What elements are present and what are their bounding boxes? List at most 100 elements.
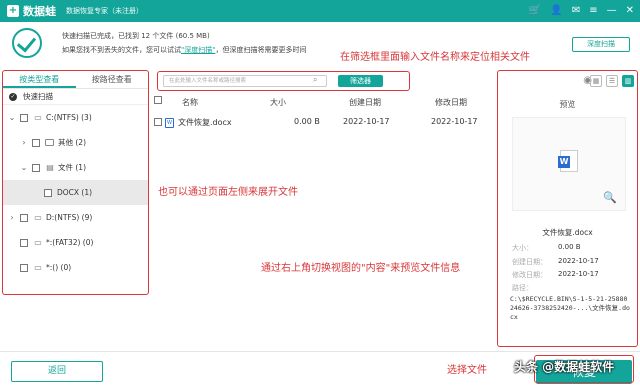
list-view-icon[interactable]: ☰	[606, 75, 618, 87]
tree-checkbox[interactable]	[32, 163, 40, 172]
tree-checkbox[interactable]	[32, 138, 40, 147]
email-icon[interactable]: ✉	[572, 4, 580, 18]
menu-icon[interactable]: ≡	[589, 4, 597, 18]
tree-item[interactable]: › 其他 (2)	[3, 130, 148, 155]
header-created[interactable]: 创建日期	[349, 97, 381, 108]
tree-item-label: *:() (0)	[46, 263, 72, 272]
content-view-icon[interactable]: ▥	[622, 75, 634, 87]
preview-modified-value: 2022-10-17	[558, 270, 599, 278]
grid-view-icon[interactable]: ▦	[590, 75, 602, 87]
tree-item[interactable]: ⌄ ▭ C:(NTFS) (3)	[3, 105, 148, 130]
file-icon: ▤	[46, 163, 54, 172]
tree-checkbox[interactable]	[20, 263, 28, 272]
annotation-preview: 通过右上角切换视图的"内容"来预览文件信息	[261, 263, 461, 274]
quick-scan-label: 快速扫描	[23, 92, 53, 101]
preview-size-row: 大小： 0.00 B	[506, 243, 631, 253]
search-input[interactable]: 在此处输入文件名称或路径搜索	[163, 75, 327, 87]
minimize-icon[interactable]: —	[607, 4, 617, 18]
check-icon: ✓	[9, 92, 17, 101]
preview-size-value: 0.00 B	[558, 243, 581, 251]
row-file-name: 文件恢复.docx	[178, 118, 232, 127]
quick-scan-header[interactable]: ✓ 快速扫描	[3, 89, 148, 105]
deep-scan-hint: 如果您找不到丢失的文件，您可以试试"深度扫描"，但深度扫描将需要更多时间	[62, 45, 306, 55]
tree-item[interactable]: DOCX (1)	[3, 180, 148, 205]
cart-icon[interactable]: 🛒	[529, 4, 541, 18]
tree-item[interactable]: ▭ *:() (0)	[3, 255, 148, 280]
preview-path-label: 路径：	[512, 284, 533, 292]
search-bar: 在此处输入文件名称或路径搜索 ⌕ 筛选器	[157, 71, 410, 91]
row-created-date: 2022-10-17	[343, 117, 390, 126]
preview-file-name: 文件恢复.docx	[542, 228, 593, 237]
chevron-right-icon[interactable]: ›	[19, 138, 29, 147]
tree-item[interactable]: › ▭ D:(NTFS) (9)	[3, 205, 148, 230]
tree-item-label: 文件 (1)	[58, 163, 87, 172]
search-icon[interactable]: ⌕	[313, 75, 317, 85]
preview-path-value: C:\$RECYCLE.BIN\S-1-5-21-2588024626-3738…	[510, 295, 630, 321]
tree-item-label: C:(NTFS) (3)	[46, 113, 92, 122]
scan-result-text: 快速扫描已完成，已找到 12 个文件 (60.5 MB)	[62, 32, 210, 40]
zoom-icon[interactable]: 🔍	[603, 191, 617, 204]
preview-modified-label: 修改日期：	[512, 271, 547, 279]
tree-checkbox[interactable]	[20, 213, 28, 222]
preview-panel: ◉ ▦ ☰ ▥ 预览 🔍 文件恢复.docx 大小： 0.00 B 创建日期： …	[497, 70, 638, 347]
scan-status-area: 快速扫描已完成，已找到 12 个文件 (60.5 MB) 如果您找不到丢失的文件…	[0, 22, 640, 66]
preview-modified-row: 修改日期： 2022-10-17	[506, 270, 631, 280]
preview-created-row: 创建日期： 2022-10-17	[506, 257, 631, 267]
tab-by-type[interactable]: 按类型查看	[3, 71, 76, 88]
tree-item-label: DOCX (1)	[57, 188, 93, 197]
table-row[interactable]: W 文件恢复.docx 0.00 B 2022-10-17 2022-10-17	[151, 117, 495, 131]
tab-by-path[interactable]: 按路径查看	[76, 71, 149, 88]
header-size[interactable]: 大小	[270, 97, 286, 108]
row-modified-date: 2022-10-17	[431, 117, 478, 126]
tree-checkbox[interactable]	[20, 113, 28, 122]
tree-item-label: D:(NTFS) (9)	[46, 213, 93, 222]
app-subtitle: 数据恢复专家（未注册）	[66, 7, 143, 15]
word-file-icon	[558, 150, 578, 172]
chevron-down-icon[interactable]: ⌄	[19, 163, 29, 172]
app-logo: + 数据蛙	[7, 3, 56, 19]
filter-button[interactable]: 筛选器	[338, 75, 383, 87]
preview-size-label: 大小：	[512, 244, 533, 252]
table-header: 名称 大小 创建日期 修改日期	[151, 96, 495, 111]
left-tree-panel: 按类型查看 按路径查看 ✓ 快速扫描 ⌄ ▭ C:(NTFS) (3) › 其他 (2)…	[2, 70, 149, 295]
chevron-right-icon[interactable]: ›	[7, 213, 17, 222]
close-icon[interactable]: ✕	[626, 4, 634, 18]
preview-title: 预览	[559, 100, 576, 109]
hint-prefix: 如果您找不到丢失的文件，您可以试试	[62, 46, 181, 54]
word-doc-icon: W	[165, 118, 174, 128]
watermark-text: 头条 @数据蛙软件	[514, 360, 615, 374]
chevron-down-icon[interactable]: ⌄	[7, 113, 17, 122]
preview-created-label: 创建日期：	[512, 258, 547, 266]
annotation-left-panel: 也可以通过页面左侧来展开文件	[158, 187, 298, 198]
view-tabs: 按类型查看 按路径查看	[3, 71, 148, 89]
drive-icon: ▭	[34, 238, 42, 247]
drive-icon: ▭	[34, 113, 42, 122]
preview-created-value: 2022-10-17	[558, 257, 599, 265]
folder-icon	[45, 139, 54, 146]
back-button[interactable]: 返回	[11, 361, 103, 382]
hint-suffix: ，但深度扫描将需要更多时间	[215, 46, 307, 54]
drive-icon: ▭	[34, 263, 42, 272]
header-modified[interactable]: 修改日期	[435, 97, 467, 108]
row-file-size: 0.00 B	[294, 117, 320, 126]
header-name[interactable]: 名称	[182, 97, 198, 108]
annotation-recover: 选择文件	[447, 365, 487, 376]
title-bar: + 数据蛙 数据恢复专家（未注册） 🛒 👤 ✉ ≡ — ✕	[0, 0, 640, 22]
preview-thumbnail: 🔍	[512, 117, 626, 211]
logo-icon: +	[7, 5, 19, 17]
check-circle-icon	[12, 28, 42, 58]
preview-path-row: 路径：	[506, 283, 631, 293]
drive-icon: ▭	[34, 213, 42, 222]
tree-item-label: 其他 (2)	[58, 138, 87, 147]
deep-scan-link[interactable]: "深度扫描"	[181, 46, 215, 54]
tree-checkbox[interactable]	[44, 188, 52, 197]
tree-item-label: *:(FAT32) (0)	[46, 238, 94, 247]
tree-checkbox[interactable]	[20, 238, 28, 247]
user-icon[interactable]: 👤	[550, 4, 562, 18]
file-tree: ⌄ ▭ C:(NTFS) (3) › 其他 (2) ⌄ ▤ 文件 (1) DOCX (1) › ▭ D…	[3, 105, 148, 280]
tree-item[interactable]: ⌄ ▤ 文件 (1)	[3, 155, 148, 180]
annotation-search: 在筛选框里面输入文件名称来定位相关文件	[340, 52, 530, 63]
deep-scan-button[interactable]: 深度扫描	[572, 37, 630, 52]
tree-item[interactable]: ▭ *:(FAT32) (0)	[3, 230, 148, 255]
app-name: 数据蛙	[23, 5, 56, 18]
